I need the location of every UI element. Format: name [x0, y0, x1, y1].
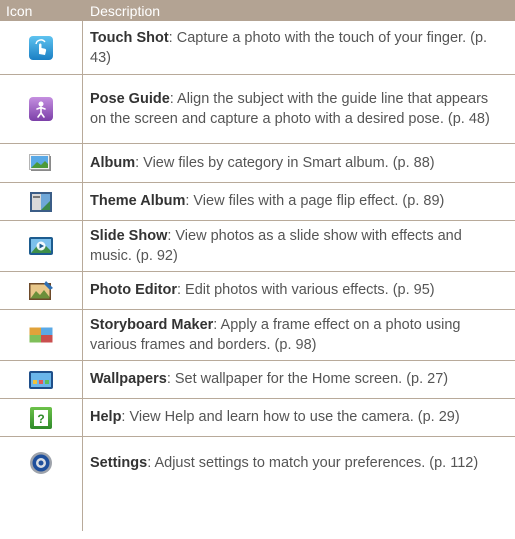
table-row: Touch Shot: Capture a photo with the tou…: [0, 22, 515, 75]
album-icon: [29, 154, 51, 171]
column-divider: [82, 21, 83, 531]
row-text: : View files by category in Smart album.…: [135, 154, 435, 171]
table-row: Wallpapers: Set wallpaper for the Home s…: [0, 361, 515, 399]
touch-shot-icon: [29, 36, 53, 60]
theme-album-icon: [30, 191, 52, 212]
feature-table: Icon Description Touch Shot: Capture a p…: [0, 0, 515, 531]
table-row: Storyboard Maker: Apply a frame effect o…: [0, 310, 515, 361]
svg-text:?: ?: [37, 412, 44, 426]
help-icon: ?: [30, 406, 52, 429]
table-row: ? Help: View Help and learn how to use t…: [0, 399, 515, 437]
wallpapers-icon: [29, 370, 53, 389]
settings-icon: [30, 452, 52, 474]
table-row: Album: View files by category in Smart a…: [0, 144, 515, 183]
row-title: Pose Guide: [90, 90, 170, 107]
header-icon-column: Icon: [6, 2, 33, 19]
storyboard-maker-icon: [28, 326, 54, 344]
table-row: Slide Show: View photos as a slide show …: [0, 221, 515, 272]
header-description-column: Description: [90, 2, 161, 19]
row-text: : Edit photos with various effects. (p. …: [177, 282, 435, 298]
row-title: Photo Editor: [90, 282, 177, 298]
photo-editor-icon: [29, 280, 53, 300]
table-row: Pose Guide: Align the subject with the g…: [0, 75, 515, 144]
table-row: Settings: Adjust settings to match your …: [0, 437, 515, 489]
row-title: Wallpapers: [90, 371, 167, 387]
table-header: Icon Description: [0, 0, 515, 22]
row-title: Slide Show: [90, 227, 168, 244]
row-title: Storyboard Maker: [90, 316, 214, 333]
row-title: Help: [90, 409, 122, 425]
table-row: Photo Editor: Edit photos with various e…: [0, 272, 515, 310]
slide-show-icon: [29, 237, 53, 255]
row-title: Settings: [90, 454, 148, 471]
row-text: : View Help and learn how to use the cam…: [121, 409, 460, 425]
row-text: : Adjust settings to match your preferen…: [147, 454, 479, 471]
row-text: : View files with a page flip effect. (p…: [185, 193, 445, 209]
row-title: Touch Shot: [90, 29, 169, 46]
table-row: Theme Album: View files with a page flip…: [0, 183, 515, 221]
row-title: Album: [90, 154, 136, 171]
pose-guide-icon: [29, 97, 53, 121]
row-title: Theme Album: [90, 193, 186, 209]
row-text: : Set wallpaper for the Home screen. (p.…: [166, 371, 449, 387]
